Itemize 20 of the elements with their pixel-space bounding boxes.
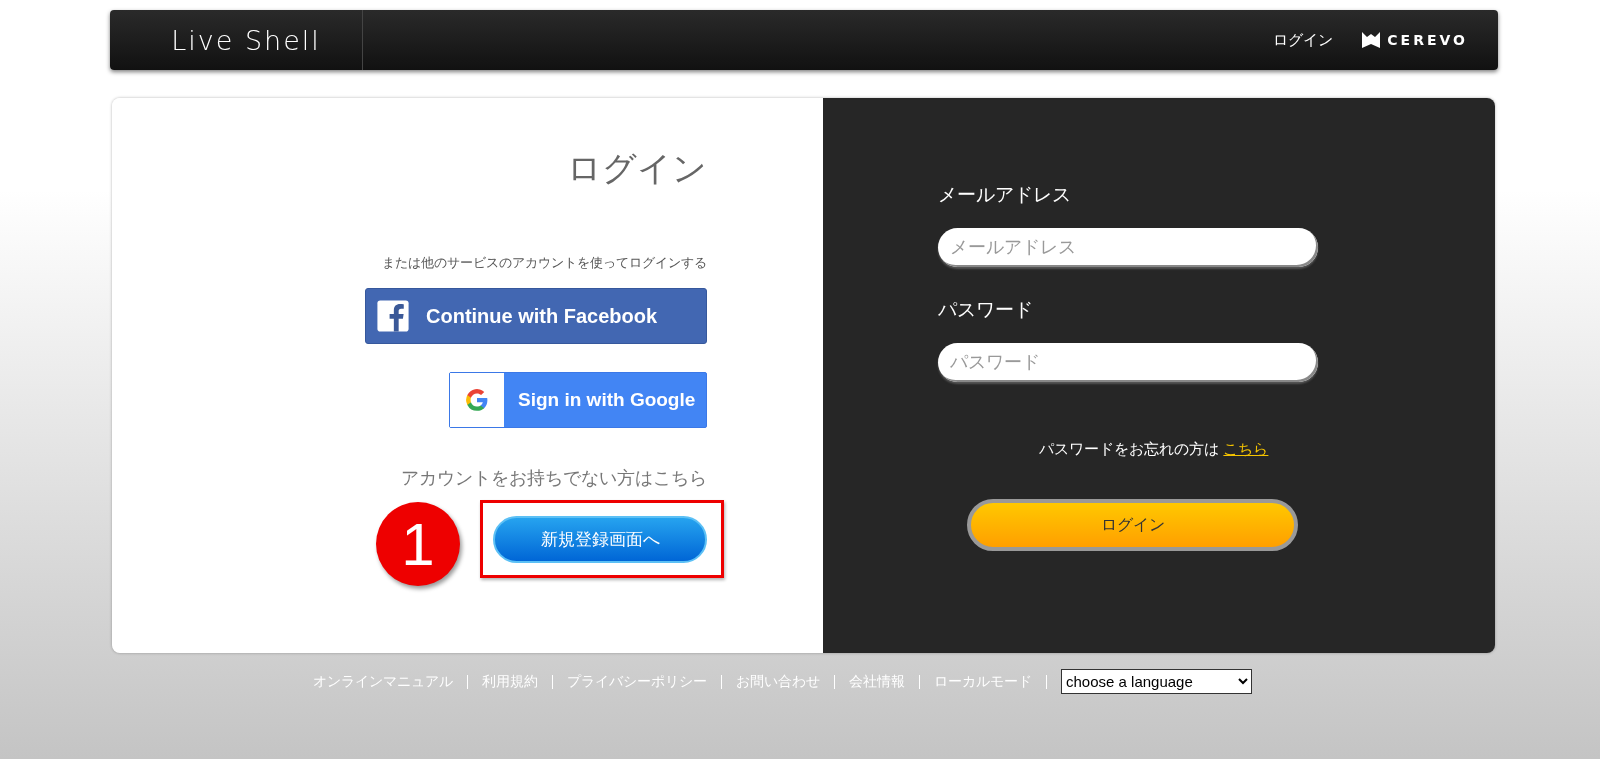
signup-hint: アカウントをお持ちでない方はこちら <box>401 466 707 490</box>
forgot-link[interactable]: こちら <box>1223 440 1269 458</box>
google-g-icon <box>464 387 490 413</box>
login-title: ログイン <box>567 147 707 190</box>
facebook-button[interactable]: Continue with Facebook <box>365 288 707 344</box>
field-label: パスワード <box>938 297 1034 322</box>
step-badge: 1 <box>376 502 460 586</box>
input-field[interactable]: メールアドレス <box>938 228 1318 267</box>
field-label: メールアドレス <box>938 182 1072 207</box>
language-select[interactable]: choose a language <box>1061 669 1252 694</box>
facebook-icon <box>376 299 410 333</box>
input-field[interactable]: パスワード <box>938 343 1318 382</box>
login-button[interactable]: ログイン <box>967 499 1298 551</box>
login-link[interactable]: ログイン <box>1273 30 1334 50</box>
logo[interactable]: Live Shell <box>151 24 321 56</box>
forgot-text: パスワードをお忘れの方は <box>1038 440 1219 458</box>
brand-name: CEREVO <box>1387 32 1468 48</box>
signup-button[interactable]: 新規登録画面へ <box>493 516 707 563</box>
social-hint: または他のサービスのアカウントを使ってログインする <box>382 254 707 272</box>
google-button[interactable]: Sign in with Google <box>449 372 707 428</box>
